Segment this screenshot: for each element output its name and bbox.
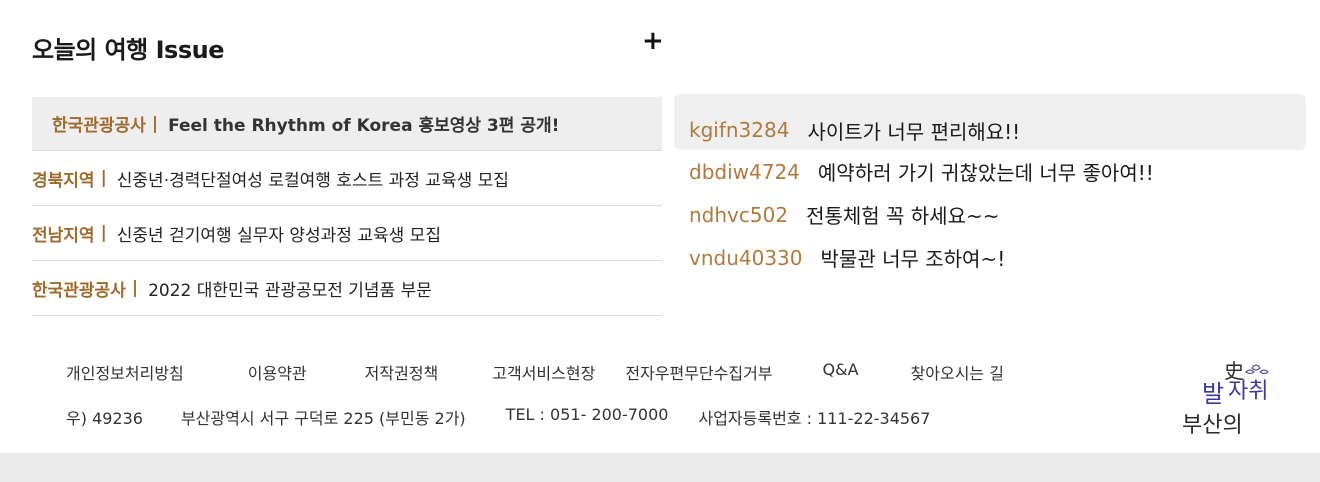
footer-link-directions[interactable]: 찾아오시는 길 (911, 360, 1004, 384)
review-item[interactable]: vndu40330 박물관 너무 조하여~! (674, 236, 1306, 279)
issue-separator: | (151, 113, 159, 134)
issue-separator: | (100, 223, 107, 243)
footer-link-terms[interactable]: 이용약관 (248, 360, 307, 384)
footer-link-copyright[interactable]: 저작권정책 (365, 360, 439, 384)
footer-link-privacy[interactable]: 개인정보처리방침 (66, 360, 184, 384)
review-user: dbdiw4724 (689, 159, 800, 184)
lotus-icon (1245, 364, 1269, 374)
review-item[interactable]: dbdiw4724 예약하러 가기 귀찮았는데 너무 좋아여!! (674, 150, 1306, 193)
review-user: ndhvc502 (689, 202, 789, 227)
issue-item[interactable]: 경북지역 | 신중년·경력단절여성 로컬여행 호스트 과정 교육생 모집 (32, 151, 662, 206)
issue-org: 한국관광공사 (52, 116, 146, 136)
footer-business-number: 사업자등록번호 : 111-22-34567 (698, 409, 931, 428)
footer-info: 우) 49236 부산광역시 서구 구덕로 225 (부민동 2가) TEL :… (66, 405, 930, 429)
issue-org: 한국관광공사 (32, 280, 126, 301)
review-item[interactable]: kgifn3284 사이트가 너무 편리해요!! (674, 94, 1306, 150)
issue-text: 신중년·경력단절여성 로컬여행 호스트 과정 교육생 모집 (116, 170, 509, 191)
review-text: 예약하러 가기 귀찮았는데 너무 좋아여!! (817, 161, 1154, 185)
issue-org: 경북지역 (32, 170, 95, 191)
review-item[interactable]: ndhvc502 전통체험 꼭 하세요~~ (674, 193, 1306, 236)
logo-busan: 부산의 (1182, 413, 1243, 438)
issue-text: 신중년 걷기여행 실무자 양성과정 교육생 모집 (116, 225, 441, 246)
review-list: kgifn3284 사이트가 너무 편리해요!! dbdiw4724 예약하러 … (674, 94, 1306, 279)
footer-postal-code: 우) 49236 (66, 409, 143, 428)
footer-link-customer-service[interactable]: 고객서비스현장 (492, 360, 595, 384)
review-user: kgifn3284 (689, 118, 790, 142)
footer-link-qna[interactable]: Q&A (823, 360, 859, 384)
review-text: 사이트가 너무 편리해요!! (807, 119, 1021, 144)
footer-address: 부산광역시 서구 구덕로 225 (부민동 2가) (180, 409, 466, 428)
issue-item[interactable]: 한국관광공사 | 2022 대한민국 관광공모전 기념품 부문 (32, 261, 662, 316)
issue-list: 한국관광공사 | Feel the Rhythm of Korea 홍보영상 3… (32, 97, 662, 316)
site-logo[interactable]: 史 발 자취 부산의 (1180, 358, 1290, 442)
review-user: vndu40330 (689, 245, 803, 270)
footer-link-email-refusal[interactable]: 전자우편무단수집거부 (625, 360, 772, 384)
bottom-band (0, 453, 1320, 482)
issue-separator: | (100, 168, 107, 188)
issue-org: 전남지역 (32, 225, 95, 246)
logo-char-bal: 발 (1202, 380, 1224, 408)
logo-char-jachwi: 자취 (1228, 379, 1268, 404)
issue-text: 2022 대한민국 관광공모전 기념품 부문 (148, 280, 432, 301)
review-text: 전통체험 꼭 하세요~~ (806, 204, 1000, 228)
review-text: 박물관 너무 조하여~! (820, 247, 1006, 271)
more-issues-button[interactable]: + (642, 28, 664, 54)
issue-title: 오늘의 여행 Issue (32, 36, 224, 64)
footer-links: 개인정보처리방침 이용약관 저작권정책 고객서비스현장 전자우편무단수집거부 Q… (66, 360, 1004, 384)
issue-item[interactable]: 한국관광공사 | Feel the Rhythm of Korea 홍보영상 3… (32, 97, 662, 151)
issue-separator: | (131, 278, 139, 298)
footer-tel: TEL : 051- 200-7000 (505, 405, 669, 424)
issue-text: Feel the Rhythm of Korea 홍보영상 3편 공개! (168, 116, 560, 136)
issue-item[interactable]: 전남지역 | 신중년 걷기여행 실무자 양성과정 교육생 모집 (32, 206, 662, 261)
